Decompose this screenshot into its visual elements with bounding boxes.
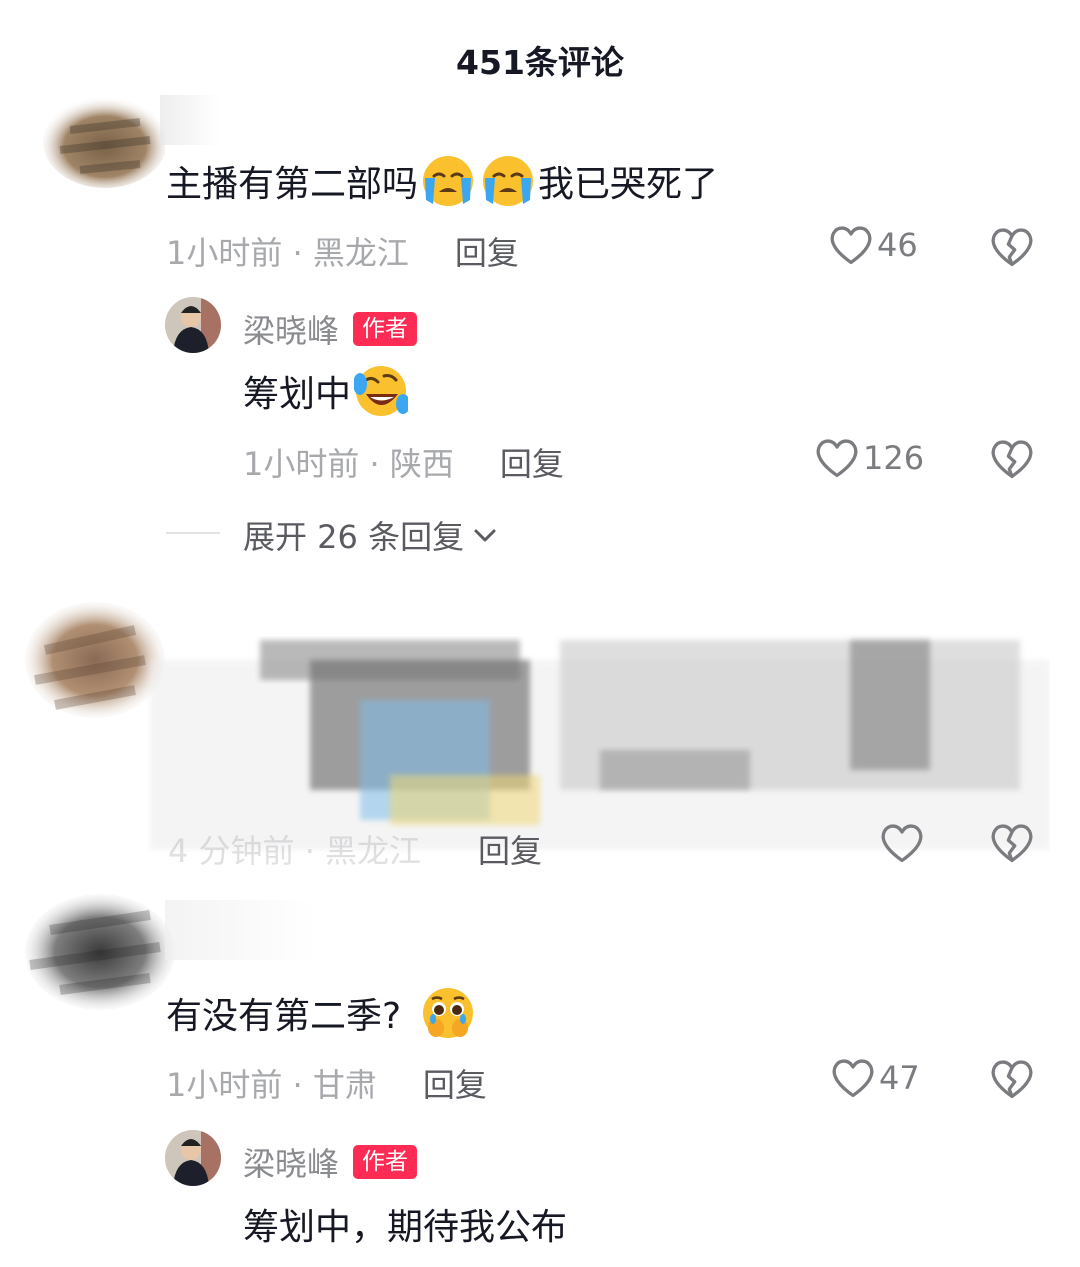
- rofl-emoji: [354, 364, 408, 418]
- heart-icon[interactable]: [880, 822, 924, 864]
- dislike-icon[interactable]: [990, 438, 1034, 480]
- like-count: 46: [877, 226, 918, 264]
- comment-text: 有没有第二季?: [166, 986, 478, 1040]
- author-username[interactable]: 梁晓峰: [243, 306, 339, 352]
- like-button[interactable]: 47: [831, 1057, 920, 1099]
- comment-text-content: 有没有第二季?: [166, 996, 402, 1037]
- redacted-comment-area: [130, 600, 1050, 860]
- author-badge: 作者: [353, 1145, 418, 1179]
- heart-icon: [829, 224, 873, 266]
- like-button[interactable]: 46: [829, 224, 918, 266]
- expand-replies-button[interactable]: 展开 26 条回复: [243, 512, 498, 558]
- heart-icon: [831, 1057, 875, 1099]
- reply-button[interactable]: 回复: [423, 1060, 487, 1106]
- reply-button[interactable]: 回复: [455, 228, 519, 274]
- reply-text-content: 筹划中，期待我公布: [243, 1207, 568, 1248]
- redacted-username: [165, 900, 315, 960]
- reply-row: 回复: [478, 826, 542, 872]
- reply-button[interactable]: 回复: [478, 826, 542, 872]
- expand-divider: [166, 532, 220, 534]
- expand-label: 展开 26 条回复: [243, 518, 465, 556]
- time-location: 1小时前 · 黑龙江: [166, 234, 409, 272]
- comment-text: 主播有第二部吗 我已哭死了: [166, 154, 718, 208]
- avatar[interactable]: [30, 90, 165, 190]
- comment-meta: 4 分钟前 · 黑龙江: [168, 826, 421, 872]
- redacted-username: [160, 95, 220, 145]
- time-location: 1小时前 · 陕西: [243, 445, 454, 483]
- like-count: 126: [863, 439, 925, 477]
- reply-button[interactable]: 回复: [500, 439, 564, 485]
- comment-count-title: 451条评论: [456, 43, 624, 82]
- heart-icon: [815, 437, 859, 479]
- pleading-face-emoji: [421, 986, 475, 1040]
- loudly-crying-emoji: [481, 154, 535, 208]
- avatar[interactable]: [10, 890, 180, 1015]
- dislike-icon[interactable]: [990, 226, 1034, 268]
- loudly-crying-emoji: [421, 154, 475, 208]
- comment-text-after: 我已哭死了: [538, 164, 719, 205]
- reply-text-content: 筹划中: [243, 374, 352, 415]
- time-location: 4 分钟前 · 黑龙江: [168, 832, 422, 870]
- dislike-icon[interactable]: [990, 1058, 1034, 1100]
- chevron-down-icon: [474, 529, 496, 542]
- author-avatar[interactable]: [165, 1130, 221, 1186]
- like-count: 47: [879, 1059, 920, 1097]
- author-badge: 作者: [353, 312, 418, 346]
- like-button[interactable]: 126: [815, 437, 924, 479]
- reply-meta: 1小时前 · 陕西 回复: [243, 439, 564, 485]
- author-name-row: 梁晓峰 作者: [243, 1139, 418, 1185]
- dislike-icon[interactable]: [990, 822, 1034, 864]
- author-name-row: 梁晓峰 作者: [243, 306, 418, 352]
- author-avatar[interactable]: [165, 297, 221, 353]
- comment-meta: 1小时前 · 甘肃 回复: [166, 1060, 487, 1106]
- time-location: 1小时前 · 甘肃: [166, 1066, 377, 1104]
- author-username[interactable]: 梁晓峰: [243, 1139, 339, 1185]
- reply-text: 筹划中: [243, 364, 411, 418]
- comment-text-before: 主播有第二部吗: [166, 164, 419, 205]
- comment-meta: 1小时前 · 黑龙江 回复: [166, 228, 519, 274]
- reply-text: 筹划中，期待我公布: [243, 1198, 567, 1250]
